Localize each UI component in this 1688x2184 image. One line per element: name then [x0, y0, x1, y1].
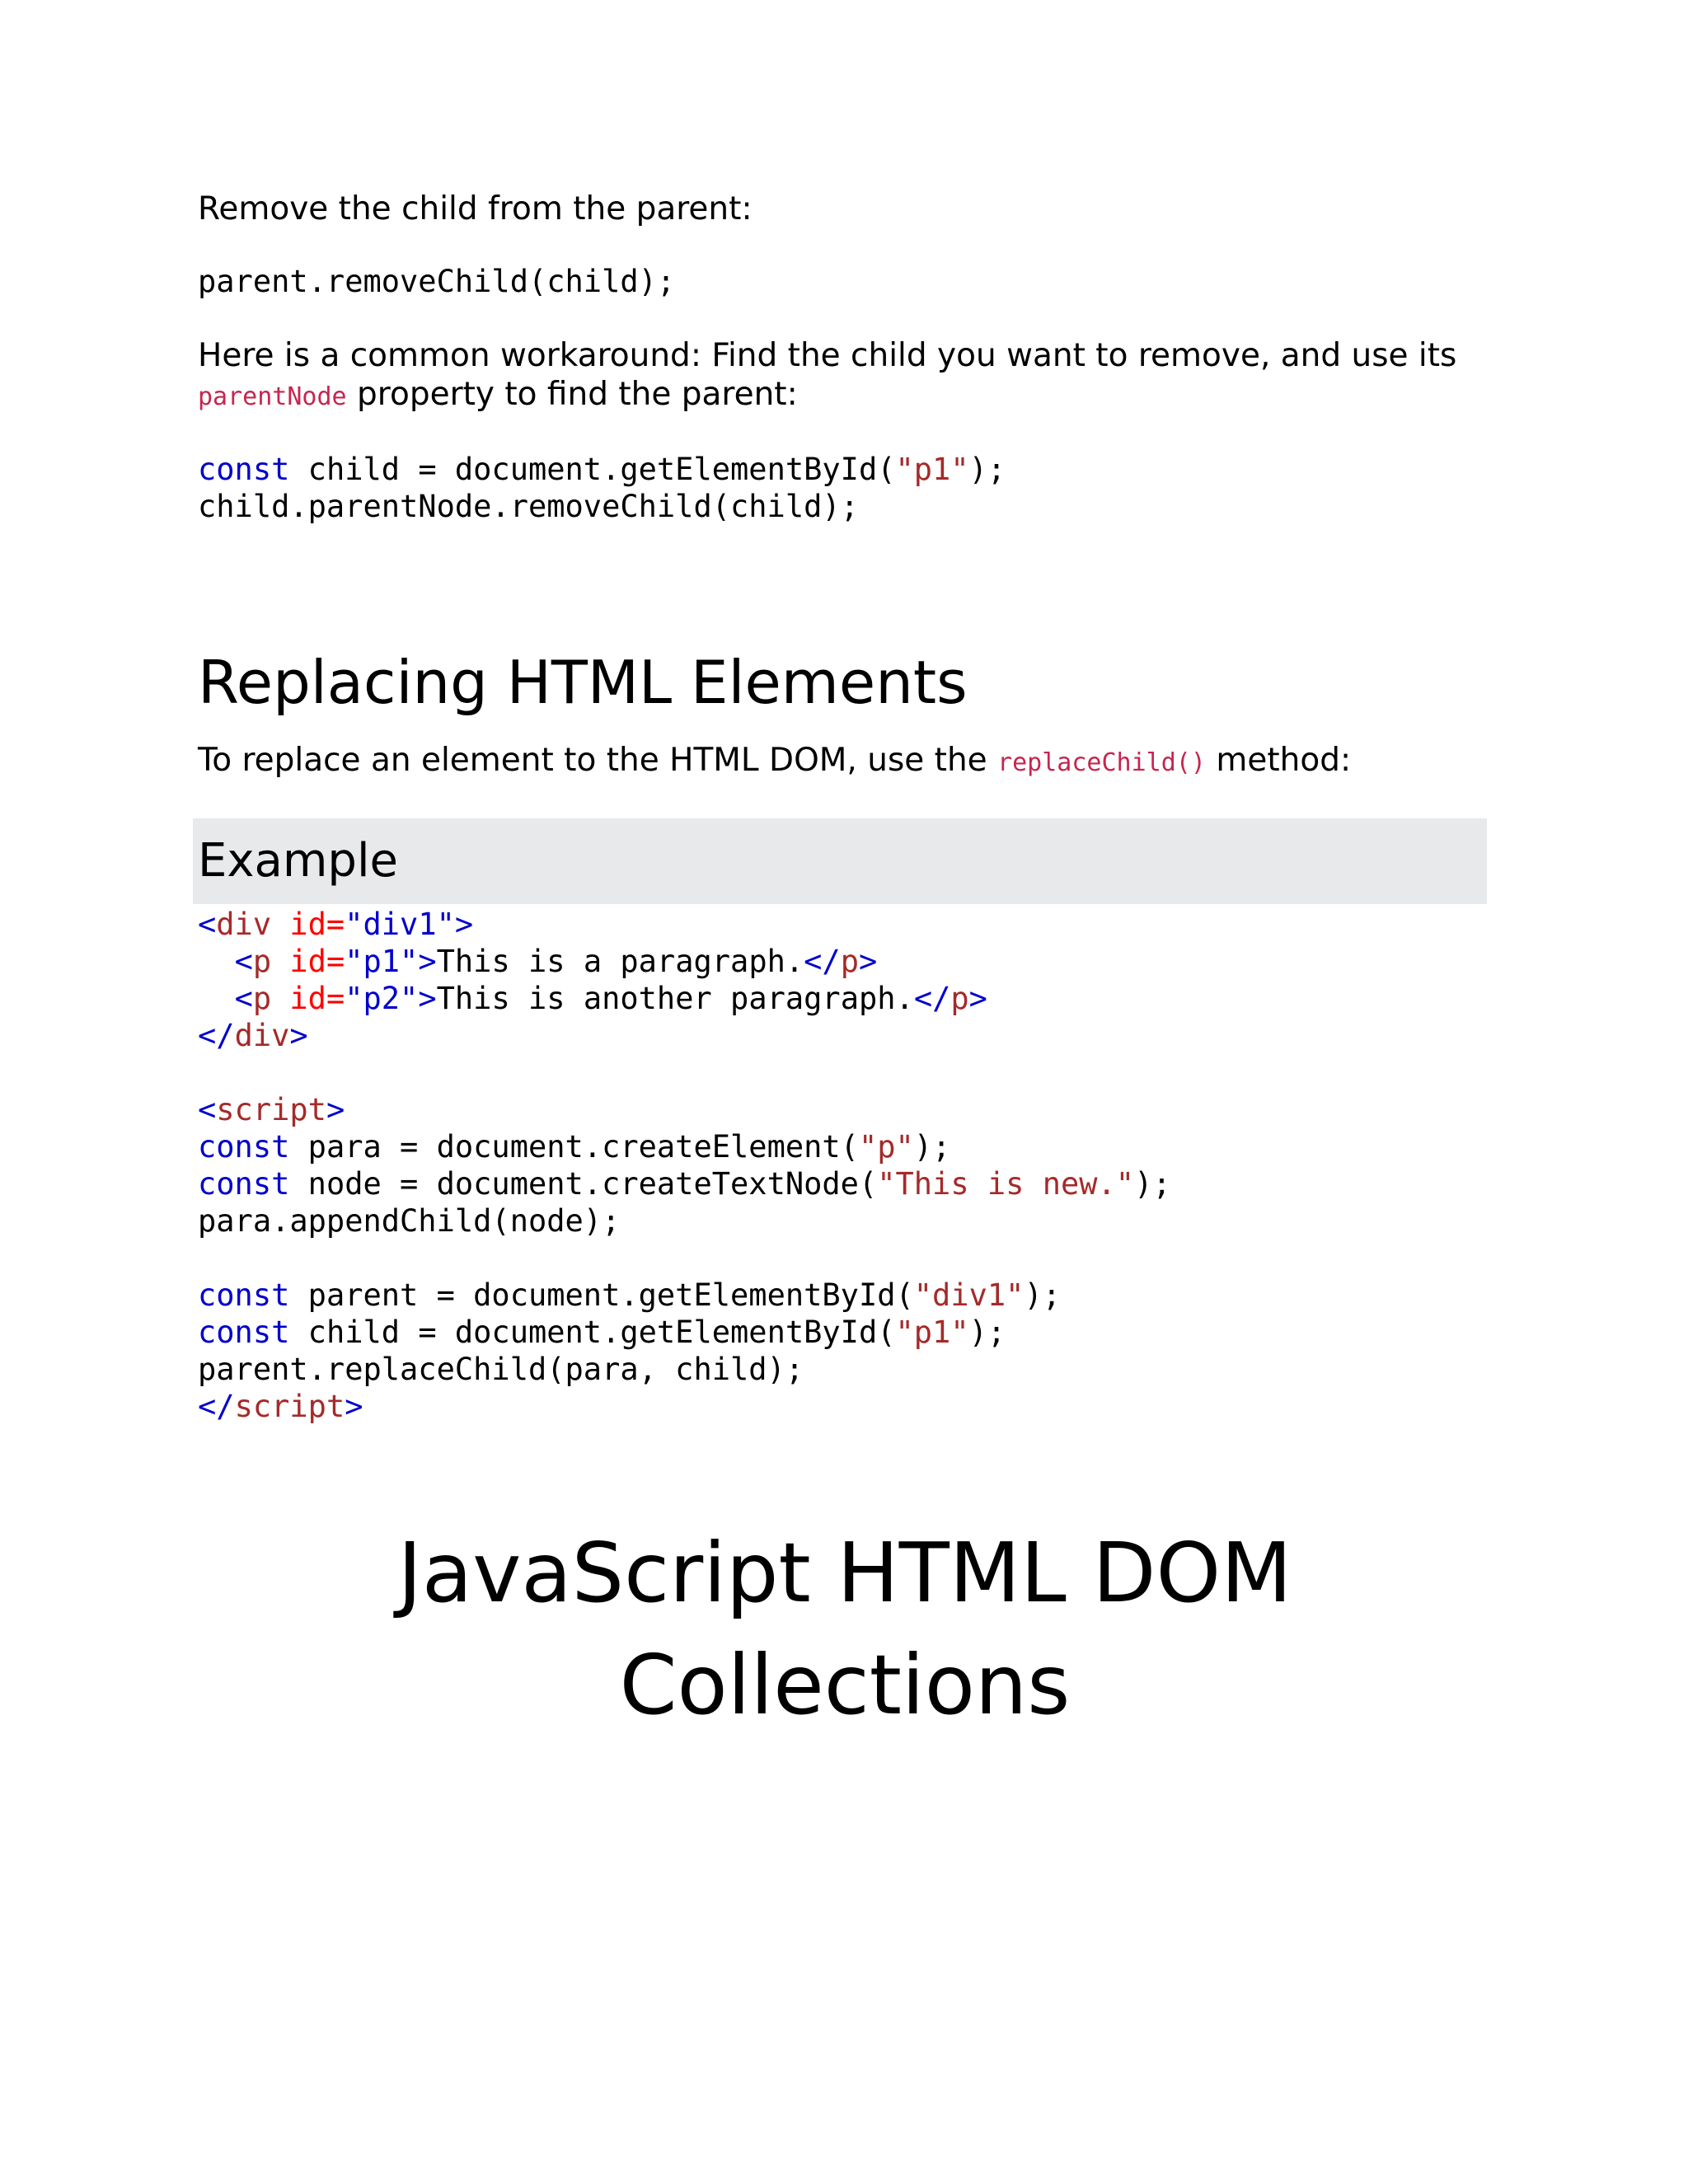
code-line: </div>	[198, 1017, 1492, 1054]
chapter-title-line1: JavaScript HTML DOM	[397, 1525, 1292, 1621]
code-tag-name: div	[234, 1018, 290, 1053]
code-text: );	[1134, 1166, 1171, 1202]
code-tag-bracket: </	[198, 1018, 235, 1053]
chapter-title: JavaScript HTML DOM Collections	[198, 1517, 1492, 1741]
workaround-code-block: const child = document.getElementById("p…	[198, 451, 1492, 525]
code-keyword: const	[198, 1166, 290, 1202]
code-tag-bracket: >	[326, 1092, 345, 1127]
code-attribute: id=	[271, 981, 345, 1016]
code-tag-name: p	[950, 981, 969, 1016]
description-text-after: method:	[1205, 742, 1352, 779]
code-string: "p1"	[895, 1315, 969, 1350]
remove-code: parent.removeChild(child);	[198, 264, 676, 299]
code-tag-bracket: </	[913, 981, 951, 1016]
code-line: </script>	[198, 1388, 1492, 1425]
code-tag-bracket: >	[289, 1018, 308, 1053]
code-text: );	[968, 452, 1006, 487]
example-header: Example	[193, 818, 1487, 904]
code-tag-name: script	[216, 1092, 326, 1127]
code-text: parent = document.getElementById(	[289, 1277, 914, 1313]
code-tag-bracket: >	[418, 981, 437, 1016]
code-tag-bracket: >	[968, 981, 987, 1016]
code-tag-bracket: <	[234, 944, 253, 979]
description-text-before: To replace an element to the HTML DOM, u…	[198, 742, 998, 779]
code-attribute-value: "div1"	[345, 907, 455, 942]
code-line: para.appendChild(node);	[198, 1202, 1492, 1240]
code-string: "div1"	[913, 1277, 1025, 1313]
code-text: );	[913, 1129, 951, 1165]
code-keyword: const	[198, 1129, 290, 1165]
code-attribute: id=	[271, 907, 345, 942]
code-text: This is a paragraph.	[436, 944, 804, 979]
code-keyword: const	[198, 1315, 290, 1350]
code-attribute-value: "p1"	[345, 944, 419, 979]
code-line: parent.replaceChild(para, child);	[198, 1351, 1492, 1388]
workaround-paragraph: Here is a common workaround: Find the ch…	[198, 336, 1492, 416]
replace-description: To replace an element to the HTML DOM, u…	[198, 741, 1492, 782]
chapter-title-line2: Collections	[619, 1637, 1071, 1733]
code-tag-bracket: <	[198, 907, 217, 942]
code-line: const child = document.getElementById("p…	[198, 451, 1492, 488]
code-string: "p1"	[895, 452, 969, 487]
code-tag-name: p	[252, 944, 272, 979]
workaround-text-before: Here is a common workaround: Find the ch…	[198, 337, 1457, 374]
document-page: Remove the child from the parent: parent…	[193, 190, 1492, 1741]
code-line	[198, 1054, 1492, 1091]
code-tag-bracket: </	[804, 944, 841, 979]
example-code-block: <div id="div1"> <p id="p1">This is a par…	[198, 906, 1492, 1425]
code-keyword: const	[198, 1277, 290, 1313]
workaround-text-after: property to find the parent:	[346, 376, 798, 413]
code-text: para = document.createElement(	[289, 1129, 859, 1165]
code-text: child = document.getElementById(	[289, 452, 896, 487]
code-line: const parent = document.getElementById("…	[198, 1277, 1492, 1314]
code-tag-name: div	[216, 907, 272, 942]
code-text: parent.replaceChild(para, child);	[198, 1352, 804, 1387]
code-keyword: const	[198, 452, 290, 487]
code-line: const child = document.getElementById("p…	[198, 1314, 1492, 1351]
code-tag-name: p	[840, 944, 859, 979]
code-attribute-value: "p2"	[345, 981, 419, 1016]
code-line: child.parentNode.removeChild(child);	[198, 489, 859, 524]
parentnode-inline-code: parentNode	[198, 382, 347, 411]
code-line: <script>	[198, 1091, 1492, 1128]
code-line: <p id="p2">This is another paragraph.</p…	[198, 980, 1492, 1017]
code-text: This is another paragraph.	[436, 981, 914, 1016]
code-tag-bracket: >	[345, 1389, 363, 1424]
example-title: Example	[198, 834, 398, 888]
code-tag-bracket: <	[234, 981, 253, 1016]
code-attribute: id=	[271, 944, 345, 979]
code-tag-bracket: <	[198, 1092, 217, 1127]
code-line: <div id="div1">	[198, 906, 1492, 943]
code-line	[198, 1240, 1492, 1277]
code-tag-bracket: >	[418, 944, 437, 979]
section-heading: Replacing HTML Elements	[198, 648, 968, 717]
code-tag-bracket: >	[859, 944, 878, 979]
replacechild-inline-code: replaceChild()	[997, 748, 1206, 777]
code-string: "p"	[858, 1129, 914, 1165]
code-tag-name: p	[252, 981, 272, 1016]
code-text: child = document.getElementById(	[289, 1315, 896, 1350]
code-text: para.appendChild(node);	[198, 1203, 621, 1239]
code-text: node = document.createTextNode(	[289, 1166, 878, 1202]
code-tag-bracket: </	[198, 1389, 235, 1424]
code-line: <p id="p1">This is a paragraph.</p>	[198, 943, 1492, 980]
remove-instruction: Remove the child from the parent:	[198, 190, 753, 227]
code-line: const node = document.createTextNode("Th…	[198, 1165, 1492, 1202]
code-tag-name: script	[234, 1389, 345, 1424]
code-text: );	[968, 1315, 1006, 1350]
code-string: "This is new."	[877, 1166, 1135, 1202]
code-line: const para = document.createElement("p")…	[198, 1128, 1492, 1165]
code-tag-bracket: >	[454, 907, 474, 942]
code-text: );	[1024, 1277, 1061, 1313]
